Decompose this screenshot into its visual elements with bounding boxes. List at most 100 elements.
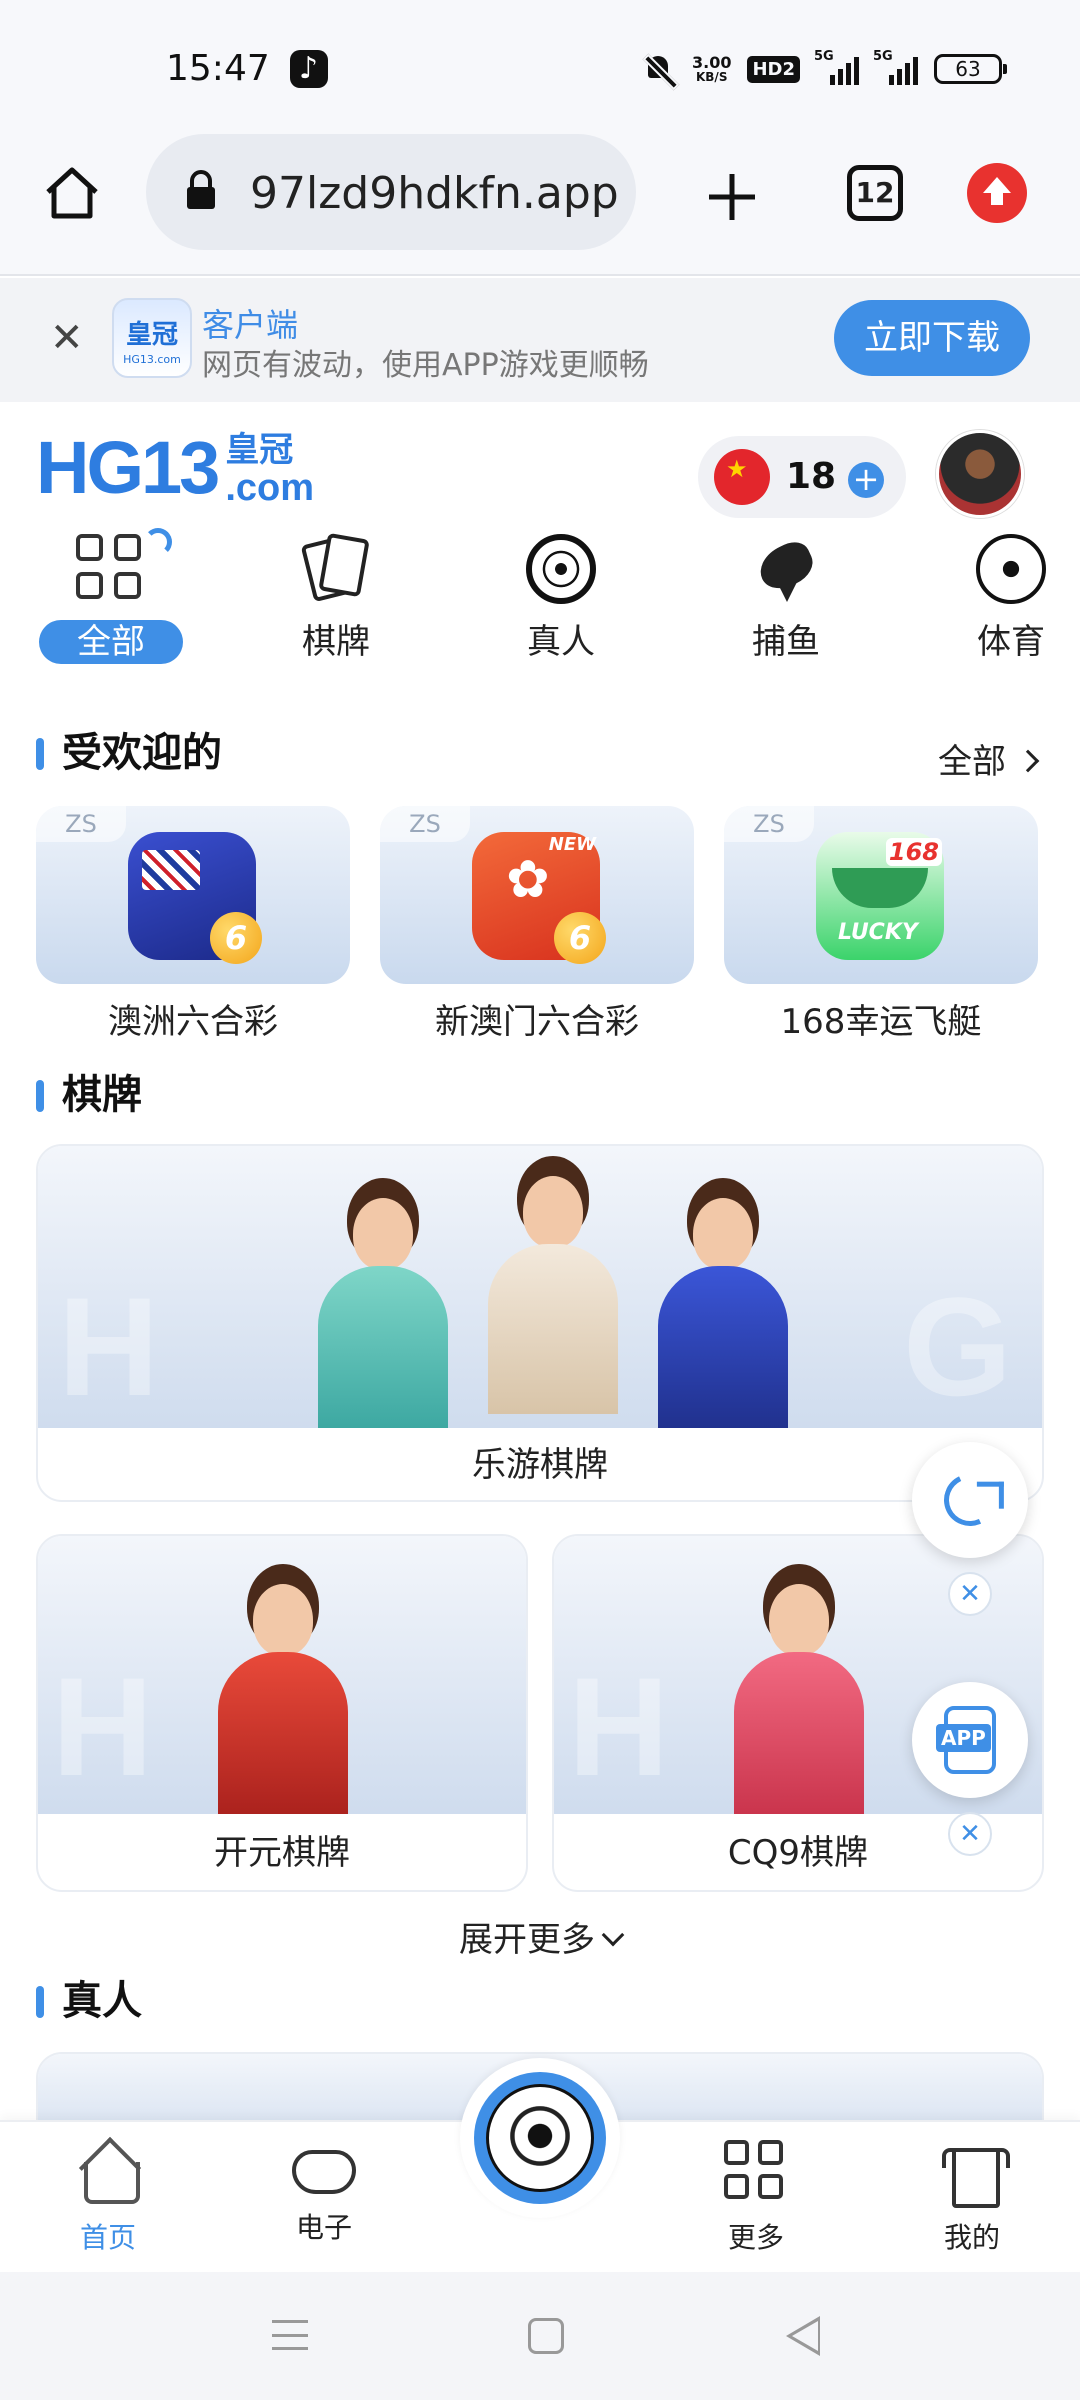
cards-icon (300, 532, 371, 604)
app-logo: 皇冠 HG13.com (112, 298, 192, 378)
nav-home[interactable]: 首页 (48, 2140, 168, 2256)
signal-type-label-2: 5G (873, 49, 893, 64)
section-title-popular: 受欢迎的 (36, 730, 222, 776)
close-app-button[interactable]: ✕ (948, 1812, 992, 1856)
download-button[interactable]: 立即下载 (834, 300, 1030, 376)
expand-more-button[interactable]: 展开更多 (0, 1912, 1080, 1961)
fish-icon (751, 534, 821, 604)
app-download-banner: ✕ 皇冠 HG13.com 客户端 网页有波动，使用APP游戏更顺畅 立即下载 (0, 278, 1080, 402)
gamepad-icon (292, 2150, 356, 2194)
close-icon[interactable]: ✕ (50, 318, 84, 358)
back-icon[interactable] (786, 2316, 820, 2356)
lottery-card[interactable]: ZS 168 168幸运飞艇 (724, 806, 1038, 1043)
hostess-illustration (478, 1166, 628, 1428)
nav-electronic-label: 电子 (295, 2211, 352, 2244)
lucky-168-badge: 168 (885, 838, 942, 866)
nav-sports-center[interactable] (460, 2058, 620, 2218)
status-indicators: 3.00 KB/S HD2 5G 5G 63 (642, 49, 1007, 86)
tab-fishing-label: 捕鱼 (752, 622, 820, 662)
australia-lottery-icon: 6 (128, 832, 262, 964)
lottery-name: 168幸运飞艇 (780, 1002, 982, 1042)
tab-chess-label: 棋牌 (302, 622, 370, 662)
game-name: 开元棋牌 (214, 1833, 350, 1873)
add-funds-button[interactable]: + (848, 462, 884, 498)
site-logo-com: .com (225, 467, 315, 509)
section-title-chess: 棋牌 (36, 1072, 142, 1118)
center-ring (474, 2072, 606, 2204)
tab-all[interactable]: 全部 (36, 528, 186, 664)
tab-sports[interactable]: 体育 (936, 534, 1080, 664)
new-tab-icon[interactable] (703, 168, 761, 226)
tab-sports-label: 体育 (977, 622, 1045, 662)
popular-more-label: 全部 (938, 742, 1006, 782)
tab-live-label: 真人 (527, 622, 595, 662)
nav-more-label: 更多 (727, 2221, 784, 2254)
tab-live[interactable]: 真人 (486, 534, 636, 664)
game-art: H (38, 1536, 526, 1814)
nav-home-label: 首页 (79, 2221, 136, 2254)
home-icon (76, 2140, 140, 2204)
close-share-button[interactable]: ✕ (948, 1572, 992, 1616)
avatar[interactable] (936, 430, 1024, 518)
status-bar: 15:47 3.00 KB/S HD2 5G 5G 63 (0, 0, 1080, 120)
lottery-tile: ZS 6 (36, 806, 350, 984)
popular-more-link[interactable]: 全部 (938, 734, 1040, 783)
app-download-float-button[interactable]: APP (912, 1682, 1028, 1798)
expand-more-label: 展开更多 (459, 1920, 595, 1960)
game-card[interactable]: H 开元棋牌 (36, 1534, 528, 1892)
network-speed: 3.00 KB/S (692, 54, 731, 84)
shirt-icon (940, 2140, 1010, 2208)
tab-fishing[interactable]: 捕鱼 (711, 534, 861, 664)
provider-tag: ZS (36, 806, 126, 842)
china-flag-icon (714, 449, 770, 505)
share-icon (936, 1466, 1004, 1534)
balance-pill[interactable]: 18 + (698, 436, 906, 518)
new-badge: NEW (548, 834, 596, 855)
nav-mine[interactable]: 我的 (912, 2140, 1032, 2256)
browser-toolbar: 97lzd9hdkfn.app 12 (0, 120, 1080, 276)
game-card-featured[interactable]: H G 乐游棋牌 (36, 1144, 1044, 1502)
status-time: 15:47 (166, 48, 270, 89)
bell-off-icon (642, 52, 676, 86)
network-speed-value: 3.00 (691, 53, 732, 72)
grid-icon (724, 2140, 788, 2204)
nav-electronic[interactable]: 电子 (264, 2140, 384, 2246)
app-icon-label: APP (936, 1724, 991, 1752)
system-home-icon[interactable] (528, 2318, 564, 2354)
app-logo-text: 皇冠 (125, 320, 178, 350)
provider-tag: ZS (724, 806, 814, 842)
macau-lottery-icon: NEW 6 (472, 832, 606, 964)
update-icon[interactable] (967, 163, 1027, 223)
number-ball: 6 (554, 912, 606, 964)
signal-icon: 5G (814, 49, 859, 85)
number-ball: 6 (210, 912, 262, 964)
address-bar[interactable]: 97lzd9hdkfn.app (146, 134, 636, 250)
share-button[interactable] (912, 1442, 1028, 1558)
roulette-icon (526, 534, 596, 604)
url-text: 97lzd9hdkfn.app (250, 168, 619, 219)
banner-subtitle: 网页有波动，使用APP游戏更顺畅 (202, 348, 649, 383)
battery-icon: 63 (934, 54, 1007, 84)
game-art: H G (38, 1146, 1042, 1428)
menu-icon[interactable] (272, 2320, 308, 2350)
soccer-ball-icon (976, 534, 1046, 604)
nav-more[interactable]: 更多 (696, 2140, 816, 2256)
watermark: H (568, 1648, 670, 1805)
balance-value: 18 (786, 456, 837, 497)
watermark: H (52, 1648, 154, 1805)
grid-icon (76, 528, 172, 604)
tab-chess[interactable]: 棋牌 (261, 532, 411, 664)
section-title-live: 真人 (36, 1978, 142, 2024)
lottery-card[interactable]: ZS 6 澳洲六合彩 (36, 806, 350, 1043)
home-icon[interactable] (42, 162, 102, 222)
tab-count-button[interactable]: 12 (847, 165, 903, 221)
hostess-illustration (648, 1188, 798, 1428)
chevron-down-icon (601, 1923, 625, 1947)
lottery-card[interactable]: ZS NEW 6 新澳门六合彩 (380, 806, 694, 1043)
chevron-right-icon (1016, 749, 1040, 773)
lock-icon (187, 170, 215, 209)
system-nav-bar (0, 2272, 1080, 2400)
site-logo[interactable]: HG13 皇冠 .com (36, 422, 315, 509)
bottom-nav: 首页 电子 更多 我的 (0, 2058, 1080, 2272)
site-logo-main: HG13 (36, 426, 220, 509)
